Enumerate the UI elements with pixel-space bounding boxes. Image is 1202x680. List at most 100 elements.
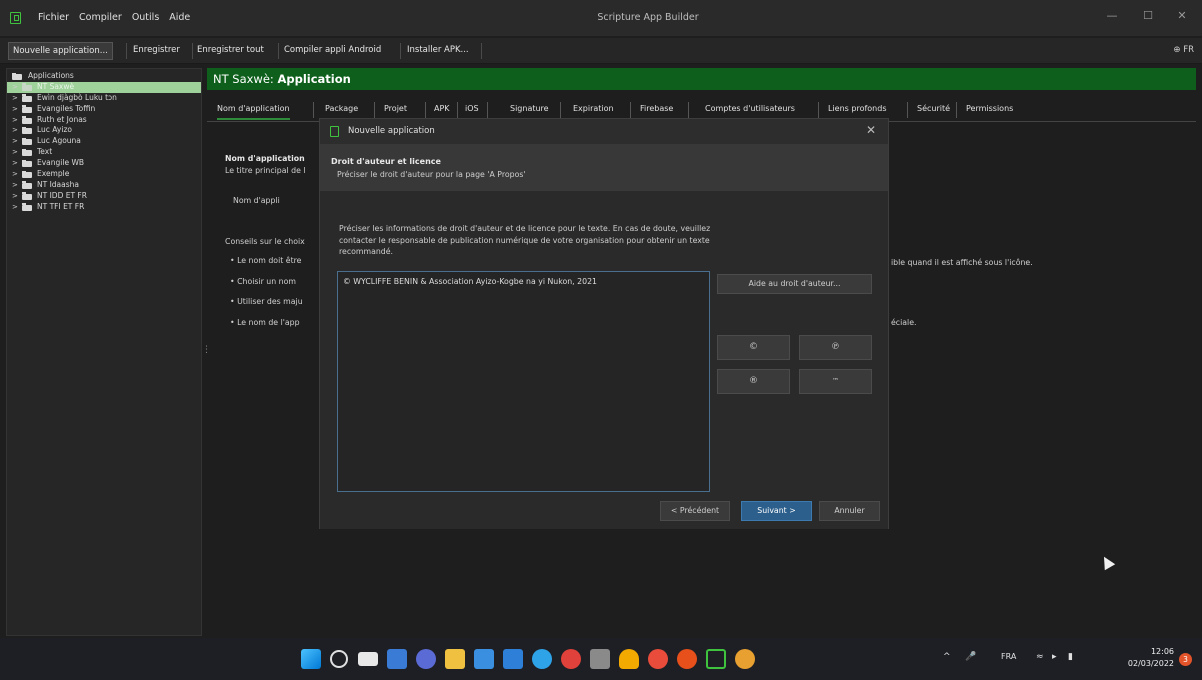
chrome-icon[interactable]: [648, 649, 668, 669]
language-selector[interactable]: ⊕ FR: [1173, 45, 1194, 55]
browser-icon[interactable]: [561, 649, 581, 669]
app-icon[interactable]: [735, 649, 755, 669]
section-subtitle: Le titre principal de l: [225, 166, 306, 175]
copyright-textarea[interactable]: © WYCLIFFE BENIN & Association Ayizo-Kog…: [337, 271, 710, 492]
edge-icon[interactable]: [532, 649, 552, 669]
save-all-button[interactable]: Enregistrer tout: [197, 45, 264, 55]
tab-app-name[interactable]: Nom d'application: [217, 104, 290, 120]
tab-expiration[interactable]: Expiration: [573, 104, 614, 113]
copyright-help-button[interactable]: Aide au droit d'auteur...: [717, 274, 872, 294]
tab-permissions[interactable]: Permissions: [966, 104, 1013, 113]
windows-start-icon[interactable]: [301, 649, 321, 669]
input-language[interactable]: FRA: [1001, 652, 1016, 661]
tree-item[interactable]: > Exemple: [7, 169, 201, 180]
tab-user-accounts[interactable]: Comptes d'utilisateurs: [705, 104, 795, 113]
tree-item[interactable]: > Luc Ayizo: [7, 125, 201, 136]
save-button[interactable]: Enregistrer: [133, 45, 180, 55]
task-view-icon[interactable]: [358, 652, 378, 666]
applications-tree: Applications > NT Saxwè > Ewìn djàgbò Luk…: [6, 68, 202, 636]
system-clock[interactable]: 12:06 02/03/2022: [1128, 646, 1174, 670]
tab-divider: [688, 102, 689, 118]
tab-divider: [560, 102, 561, 118]
dialog-title-bar: Nouvelle application ✕: [320, 119, 888, 144]
chevron-right-icon: >: [12, 191, 18, 200]
chevron-right-icon: >: [12, 104, 18, 113]
tab-security[interactable]: Sécurité: [917, 104, 950, 113]
tree-item[interactable]: > NT TFI ET FR: [7, 202, 201, 213]
minimize-button[interactable]: —: [1102, 9, 1122, 25]
app-icon[interactable]: [619, 649, 639, 669]
tab-apk[interactable]: APK: [434, 104, 450, 113]
store-icon[interactable]: [474, 649, 494, 669]
toolbar-divider: [126, 43, 127, 59]
build-android-button[interactable]: Compiler appli Android: [284, 45, 381, 55]
tab-divider: [630, 102, 631, 118]
tree-item[interactable]: > Ewìn djàgbò Luku tɔn: [7, 93, 201, 104]
folder-icon: [22, 203, 32, 211]
show-hidden-icons[interactable]: ^: [943, 652, 951, 662]
step-subtitle: Préciser le droit d'auteur pour la page …: [337, 170, 526, 179]
tab-ios[interactable]: iOS: [465, 104, 479, 113]
registered-symbol-button[interactable]: ®: [717, 369, 790, 394]
close-icon[interactable]: ✕: [866, 123, 876, 137]
mail-icon[interactable]: [503, 649, 523, 669]
new-application-button[interactable]: Nouvelle application...: [8, 42, 113, 60]
file-explorer-icon[interactable]: [445, 649, 465, 669]
chevron-right-icon: >: [12, 93, 18, 102]
folder-icon: [22, 170, 32, 179]
wifi-icon[interactable]: ≈: [1036, 652, 1044, 662]
copyright-symbol-button[interactable]: ©: [717, 335, 790, 360]
tab-divider: [457, 102, 458, 118]
scripture-app-builder-icon[interactable]: [706, 649, 726, 669]
folder-icon: [22, 181, 32, 189]
maximize-button[interactable]: ☐: [1138, 9, 1158, 25]
chevron-right-icon: >: [12, 159, 18, 168]
tab-firebase[interactable]: Firebase: [640, 104, 673, 113]
folder-icon: [22, 94, 32, 102]
tree-root[interactable]: Applications: [7, 71, 201, 82]
chat-icon[interactable]: [416, 649, 436, 669]
toolbar: Nouvelle application... Enregistrer Enre…: [0, 38, 1202, 64]
tip-suffix: éciale.: [891, 318, 917, 327]
window-title: Scripture App Builder: [597, 12, 699, 23]
folder-icon: [22, 83, 32, 91]
instructions: Préciser les informations de droit d'aut…: [339, 224, 711, 256]
tip-item: • Le nom de l'app: [230, 318, 300, 327]
battery-icon[interactable]: ▮: [1068, 652, 1073, 662]
speaker-icon[interactable]: ▸: [1052, 652, 1057, 662]
close-window-button[interactable]: ✕: [1172, 9, 1192, 25]
folder-icon: [22, 126, 32, 135]
tab-package[interactable]: Package: [325, 104, 358, 113]
tab-deep-links[interactable]: Liens profonds: [828, 104, 887, 113]
next-button[interactable]: Suivant >: [741, 501, 812, 521]
folder-icon: [22, 137, 32, 146]
previous-button[interactable]: < Précédent: [660, 501, 730, 521]
tab-project[interactable]: Projet: [384, 104, 407, 113]
tip-item: • Le nom doit être: [230, 256, 302, 265]
dialog-header: [320, 144, 888, 191]
tree-item[interactable]: > Text: [7, 147, 201, 158]
tree-item[interactable]: > Evangile WB: [7, 158, 201, 169]
tree-item[interactable]: > NT IDD ET FR: [7, 191, 201, 202]
tab-signature[interactable]: Signature: [510, 104, 549, 113]
cancel-button[interactable]: Annuler: [819, 501, 880, 521]
tree-item[interactable]: > NT Saxwè: [7, 81, 201, 93]
tree-item[interactable]: > Luc Agouna: [7, 136, 201, 147]
tree-item[interactable]: > Evangiles Toffin: [7, 104, 201, 115]
trademark-symbol-button[interactable]: ™: [799, 369, 872, 394]
search-icon[interactable]: [330, 650, 348, 668]
powerpoint-icon[interactable]: [677, 649, 697, 669]
notification-badge[interactable]: 3: [1179, 653, 1192, 666]
splitter-handle[interactable]: ⋮: [202, 345, 211, 355]
chevron-right-icon: >: [12, 82, 18, 91]
sound-recording-symbol-button[interactable]: ℗: [799, 335, 872, 360]
tree-item[interactable]: > Ruth et Jonas: [7, 115, 201, 126]
widgets-icon[interactable]: [387, 649, 407, 669]
folder-icon: [22, 148, 32, 157]
install-apk-button[interactable]: Installer APK...: [407, 45, 469, 55]
chevron-right-icon: >: [12, 170, 18, 179]
tree-item[interactable]: > NT Idaasha: [7, 180, 201, 191]
microphone-icon[interactable]: 🎤: [965, 652, 976, 662]
tab-divider: [313, 102, 314, 118]
app-icon[interactable]: [590, 649, 610, 669]
